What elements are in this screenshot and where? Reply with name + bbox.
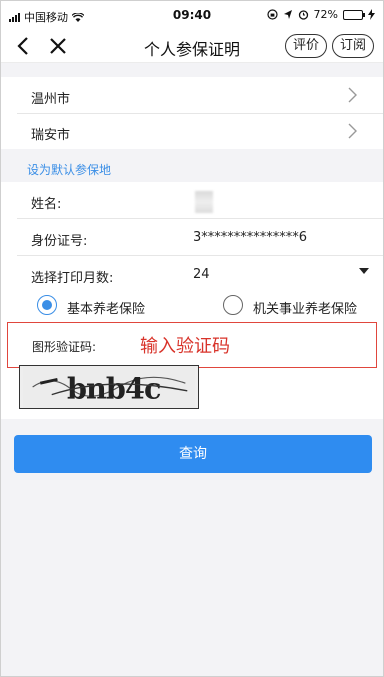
month-label: 选择打印月数: bbox=[31, 271, 114, 286]
chevron-right-icon bbox=[348, 87, 357, 103]
city-selector[interactable]: 温州市 bbox=[1, 77, 383, 113]
set-default-link[interactable]: 设为默认参保地 bbox=[27, 161, 111, 178]
charging-icon bbox=[368, 9, 375, 20]
radio-institution-pension[interactable] bbox=[223, 295, 243, 315]
radio-institution-label: 机关事业养老保险 bbox=[253, 302, 358, 317]
query-button[interactable]: 查询 bbox=[14, 435, 372, 473]
captcha-field: 图形验证码: 输入验证码 bbox=[7, 322, 377, 368]
location-arrow-icon bbox=[283, 10, 292, 19]
radio-basic-pension[interactable] bbox=[37, 295, 57, 315]
status-right: 72% bbox=[266, 8, 375, 21]
location-card: 温州市 瑞安市 bbox=[1, 77, 383, 149]
radio-basic-label: 基本养老保险 bbox=[67, 302, 146, 317]
id-value: 3***************6 bbox=[193, 230, 308, 245]
city-label: 温州市 bbox=[31, 92, 71, 107]
month-select[interactable]: 选择打印月数: 24 bbox=[1, 256, 383, 292]
pension-type-group: 基本养老保险 机关事业养老保险 bbox=[1, 291, 383, 325]
subscribe-button[interactable]: 订阅 bbox=[331, 34, 374, 58]
captcha-image[interactable]: bnb4c bbox=[19, 365, 199, 409]
id-row: 身份证号: 3***************6 bbox=[1, 219, 383, 255]
captcha-text: bnb4c bbox=[67, 371, 161, 405]
captcha-label: 图形验证码: bbox=[32, 340, 97, 354]
month-value: 24 bbox=[193, 267, 210, 282]
nav-bar: 个人参保证明 评价 订阅 bbox=[1, 29, 383, 63]
rotation-lock-icon bbox=[266, 9, 278, 20]
district-selector[interactable]: 瑞安市 bbox=[1, 113, 383, 149]
dropdown-arrow-icon[interactable] bbox=[359, 268, 369, 274]
rate-button[interactable]: 评价 bbox=[284, 34, 327, 58]
name-value-redacted bbox=[195, 191, 213, 213]
name-row: 姓名: bbox=[1, 182, 383, 218]
alarm-icon bbox=[298, 10, 308, 20]
chevron-right-icon bbox=[348, 123, 357, 139]
captcha-input[interactable]: 输入验证码 bbox=[140, 332, 230, 358]
district-label: 瑞安市 bbox=[31, 128, 71, 143]
name-label: 姓名: bbox=[31, 197, 62, 212]
id-label: 身份证号: bbox=[31, 234, 88, 249]
app-frame: 中国移动 09:40 72% 个人参保证明 评价 订阅 温州市 瑞安市 设为默认… bbox=[0, 0, 384, 677]
status-bar: 中国移动 09:40 72% bbox=[1, 1, 383, 29]
battery-percent: 72% bbox=[313, 8, 338, 21]
battery-icon bbox=[343, 9, 365, 20]
